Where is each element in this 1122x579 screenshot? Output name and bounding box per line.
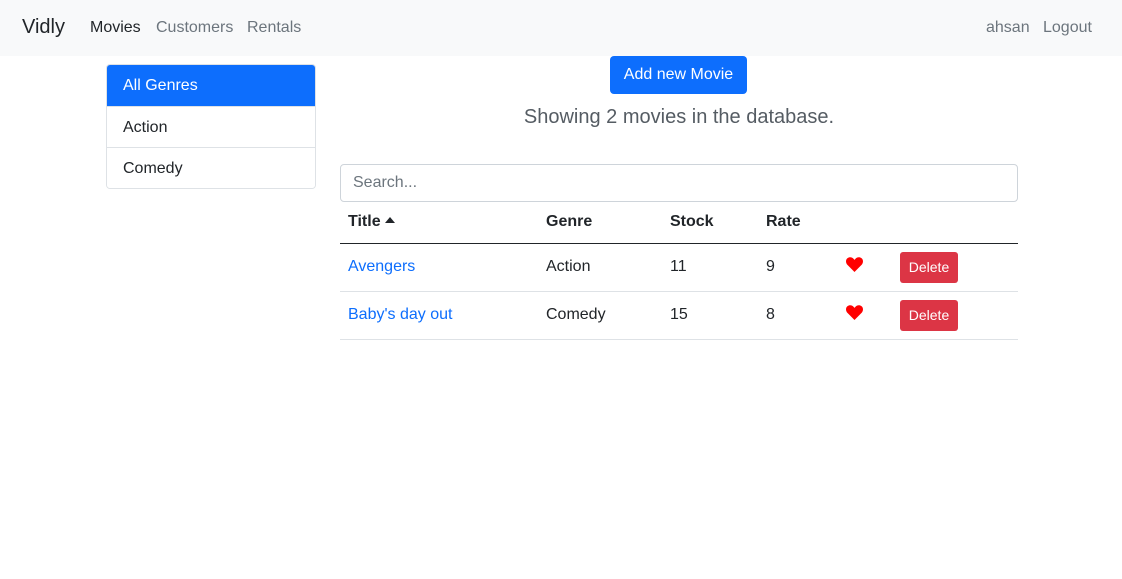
movie-stock: 15 bbox=[662, 291, 758, 340]
genre-item-comedy[interactable]: Comedy bbox=[107, 147, 315, 188]
column-header-title[interactable]: Title bbox=[340, 202, 538, 244]
movies-table: Title Genre Stock Rate Avengers Action 1… bbox=[340, 202, 1018, 340]
search-input[interactable] bbox=[340, 164, 1018, 202]
heart-icon[interactable] bbox=[846, 257, 863, 277]
brand-logo[interactable]: Vidly bbox=[22, 16, 65, 39]
nav-link-customers[interactable]: Customers bbox=[156, 19, 233, 37]
column-header-like bbox=[838, 202, 892, 244]
movie-stock: 11 bbox=[662, 243, 758, 292]
movie-rate: 8 bbox=[758, 291, 838, 340]
column-header-rate[interactable]: Rate bbox=[758, 202, 838, 244]
caret-up-icon bbox=[384, 217, 395, 224]
movie-title-link[interactable]: Baby's day out bbox=[348, 306, 452, 323]
movie-count-text: Showing 2 movies in the database. bbox=[523, 106, 835, 128]
table-row: Avengers Action 11 9 Delete bbox=[340, 243, 1018, 292]
add-movie-button[interactable]: Add new Movie bbox=[610, 56, 747, 94]
delete-button[interactable]: Delete bbox=[900, 251, 958, 283]
nav-link-rentals[interactable]: Rentals bbox=[247, 19, 301, 37]
nav-link-user[interactable]: ahsan bbox=[986, 19, 1030, 37]
column-header-stock[interactable]: Stock bbox=[662, 202, 758, 244]
column-header-actions bbox=[892, 202, 1018, 244]
column-header-title-label: Title bbox=[348, 213, 381, 231]
delete-button[interactable]: Delete bbox=[900, 299, 958, 331]
navbar: Vidly Movies Customers Rentals ahsan Log… bbox=[0, 0, 1122, 56]
table-row: Baby's day out Comedy 15 8 Delete bbox=[340, 291, 1018, 340]
genre-item-action[interactable]: Action bbox=[107, 106, 315, 147]
movie-genre: Comedy bbox=[538, 291, 662, 340]
movie-title-link[interactable]: Avengers bbox=[348, 258, 415, 275]
genre-list: All Genres Action Comedy bbox=[106, 64, 316, 189]
heart-icon[interactable] bbox=[846, 305, 863, 325]
nav-link-logout[interactable]: Logout bbox=[1043, 19, 1092, 37]
movie-genre: Action bbox=[538, 243, 662, 292]
nav-link-movies[interactable]: Movies bbox=[90, 19, 141, 37]
table-header-row: Title Genre Stock Rate bbox=[340, 202, 1018, 244]
genre-item-all[interactable]: All Genres bbox=[107, 65, 315, 106]
column-header-genre[interactable]: Genre bbox=[538, 202, 662, 244]
movie-rate: 9 bbox=[758, 243, 838, 292]
